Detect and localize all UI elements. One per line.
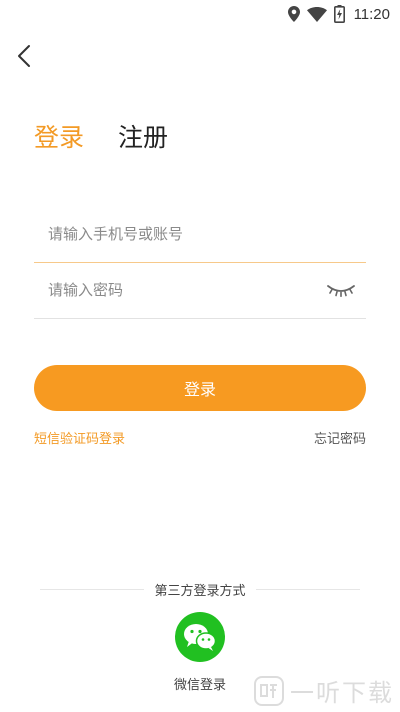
sms-login-link[interactable]: 短信验证码登录 <box>34 428 125 447</box>
chevron-left-icon <box>18 45 30 67</box>
back-button[interactable] <box>10 40 38 72</box>
password-input[interactable] <box>34 281 318 299</box>
watermark: 一听下载 <box>254 673 394 708</box>
third-party-title-text: 第三方登录方式 <box>144 584 256 599</box>
wechat-login-button[interactable] <box>175 612 225 662</box>
login-button[interactable]: 登录 <box>34 365 366 411</box>
tab-register[interactable]: 注册 <box>118 120 168 156</box>
tab-login[interactable]: 登录 <box>34 120 84 156</box>
location-icon <box>287 6 300 22</box>
status-icons: 11:20 <box>287 4 390 24</box>
forgot-password-link[interactable]: 忘记密码 <box>314 428 366 447</box>
watermark-logo-icon <box>254 675 284 706</box>
account-field <box>34 206 366 263</box>
third-party-title: 第三方登录方式 <box>0 580 400 599</box>
account-input[interactable] <box>34 225 318 243</box>
wifi-icon <box>306 6 327 22</box>
auth-tabs: 登录 注册 <box>34 120 168 156</box>
password-visibility-toggle[interactable] <box>326 280 356 300</box>
watermark-text: 一听下载 <box>290 679 394 707</box>
battery-icon <box>333 5 345 23</box>
status-bar: 11:20 <box>0 0 400 28</box>
status-time: 11:20 <box>353 5 390 23</box>
wechat-icon <box>184 624 217 651</box>
eye-closed-icon <box>327 285 355 298</box>
password-field <box>34 262 366 319</box>
